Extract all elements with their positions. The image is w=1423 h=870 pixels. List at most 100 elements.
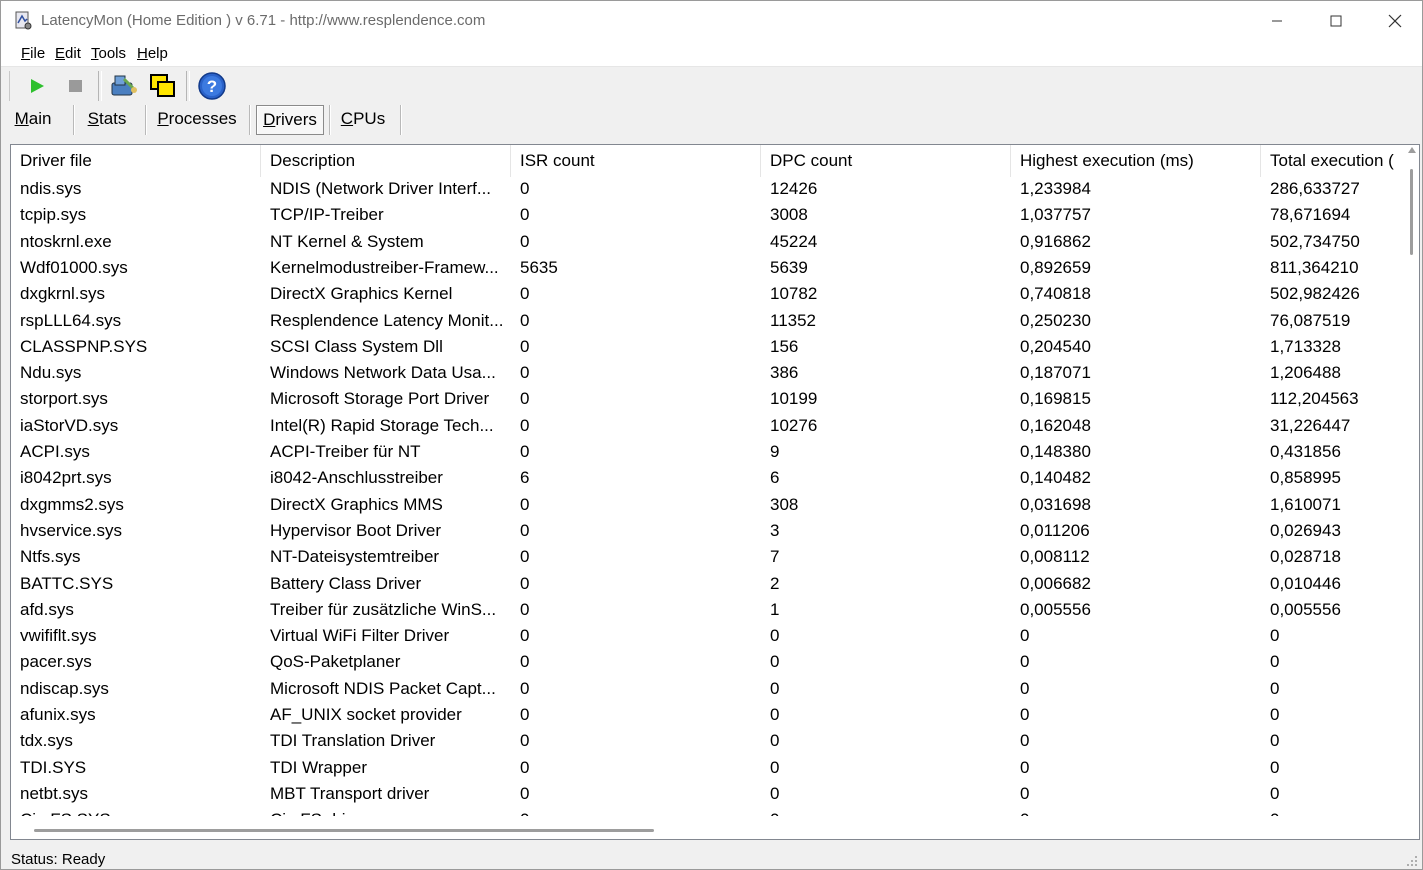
table-row[interactable]: TDI.SYS TDI Wrapper 0 0 0 0 (11, 755, 1411, 781)
cell-total-execution: 1,610071 (1270, 494, 1341, 514)
table-row[interactable]: ndiscap.sys Microsoft NDIS Packet Capt...… (11, 676, 1411, 702)
tab-cpus[interactable]: CPUs (334, 105, 392, 133)
table-row[interactable]: tcpip.sys TCP/IP-Treiber 0 3008 1,037757 78,6… (11, 202, 1411, 228)
tab-separator (145, 105, 147, 135)
stop-button[interactable] (61, 71, 91, 101)
table-row[interactable]: ntoskrnl.exe NT Kernel & System 0 45224 0,91… (11, 229, 1411, 255)
cell-dpc-count: 10199 (770, 389, 818, 409)
cell-total-execution: 78,671694 (1270, 205, 1351, 225)
cell-driver-file: Ndu.sys (20, 363, 82, 383)
column-header-highest-execution[interactable]: Highest execution (ms) (1011, 145, 1261, 177)
cell-description: TCP/IP-Treiber (270, 205, 384, 225)
cell-total-execution: 502,982426 (1270, 284, 1360, 304)
tab-separator (249, 105, 251, 135)
cell-description: CimFS driver (261, 807, 511, 816)
table-row[interactable]: afunix.sys AF_UNIX socket provider 0 0 0 0 (11, 702, 1411, 728)
start-button[interactable] (22, 71, 52, 101)
column-header-driver-file[interactable]: Driver file (11, 145, 261, 177)
tab-processes[interactable]: Processes (151, 105, 243, 133)
cell-description: Resplendence Latency Monit... (270, 310, 504, 330)
cell-total-execution: 0 (1270, 757, 1280, 777)
tab-drivers[interactable]: Drivers (256, 105, 324, 135)
table-row[interactable]: BATTC.SYS Battery Class Driver 0 2 0,006682 0… (11, 571, 1411, 597)
table-row[interactable]: storport.sys Microsoft Storage Port Drive… (11, 386, 1411, 412)
menu-file[interactable]: File (21, 45, 45, 62)
table-row[interactable]: CimFS.SYSCimFS driver0000 (11, 807, 1411, 816)
latencymon-app-icon (15, 11, 32, 30)
cell-dpc-count: 0 (770, 626, 780, 646)
cell-description: DirectX Graphics MMS (270, 494, 443, 514)
cell-description: TDI Wrapper (270, 757, 367, 777)
windows-button[interactable] (148, 71, 178, 101)
table-row[interactable]: tdx.sys TDI Translation Driver 0 0 0 0 (11, 728, 1411, 754)
table-row[interactable]: ACPI.sys ACPI-Treiber für NT 0 9 0,148380 0,4… (11, 439, 1411, 465)
table-row[interactable]: dxgkrnl.sys DirectX Graphics Kernel 0 10782… (11, 281, 1411, 307)
table-row[interactable]: Ndu.sys Windows Network Data Usa... 0 386 0,… (11, 360, 1411, 386)
table-row[interactable]: hvservice.sys Hypervisor Boot Driver 0 3 0,0… (11, 518, 1411, 544)
cell-driver-file: afunix.sys (20, 705, 96, 724)
column-header-dpc-count[interactable]: DPC count (761, 145, 1011, 177)
cell-description: DirectX Graphics Kernel (270, 284, 453, 304)
cell-dpc-count: 3008 (770, 205, 808, 225)
title-bar[interactable]: LatencyMon (Home Edition ) v 6.71 - http… (1, 1, 1422, 41)
table-row[interactable]: dxgmms2.sys DirectX Graphics MMS 0 308 0,031… (11, 492, 1411, 518)
tab-separator (329, 105, 331, 135)
menu-help[interactable]: Help (137, 45, 168, 62)
table-row[interactable]: Wdf01000.sys Kernelmodustreiber-Framew...… (11, 255, 1411, 281)
tab-separator (400, 105, 402, 135)
column-header-description[interactable]: Description (261, 145, 511, 177)
cell-dpc-count: 10276 (770, 415, 818, 435)
table-row[interactable]: pacer.sys QoS-Paketplaner 0 0 0 0 (11, 649, 1411, 675)
table-row[interactable]: afd.sys Treiber für zusätzliche WinS... 0 1… (11, 597, 1411, 623)
cell-driver-file: dxgmms2.sys (20, 494, 124, 514)
minimize-button[interactable] (1247, 1, 1307, 41)
cell-description: AF_UNIX socket provider (270, 705, 462, 724)
toolbar-grip[interactable] (9, 71, 13, 101)
table-row[interactable]: Ntfs.sys NT-Dateisystemtreiber 0 7 0,008112 0… (11, 544, 1411, 570)
horizontal-scrollbar[interactable] (11, 821, 1405, 839)
table-row[interactable]: iaStorVD.sys Intel(R) Rapid Storage Tech.… (11, 413, 1411, 439)
cell-description: TDI Translation Driver (270, 731, 436, 751)
close-button[interactable] (1365, 1, 1422, 41)
app-window: LatencyMon (Home Edition ) v 6.71 - http… (0, 0, 1423, 870)
drivers-list[interactable]: Driver file Description ISR count DPC co… (10, 144, 1420, 840)
cell-dpc-count: 3 (770, 520, 780, 540)
close-icon (1388, 14, 1402, 28)
cell-dpc-count: 0 (770, 757, 780, 777)
table-row[interactable]: ndis.sys NDIS (Network Driver Interf... 0 1… (11, 176, 1411, 202)
cell-highest-execution: 0,162048 (1020, 415, 1091, 435)
table-row[interactable]: netbt.sys MBT Transport driver 0 0 0 0 (11, 781, 1411, 807)
toolbar-separator (98, 71, 102, 101)
horizontal-scroll-thumb[interactable] (34, 829, 654, 832)
cell-description: Hypervisor Boot Driver (270, 520, 441, 540)
table-row[interactable]: rspLLL64.sys Resplendence Latency Monit..… (11, 308, 1411, 334)
cell-description: Treiber für zusätzliche WinS... (270, 599, 497, 619)
maximize-button[interactable] (1306, 1, 1366, 41)
tab-processes-label: Processes (157, 109, 237, 128)
status-text: Status: Ready (11, 851, 106, 868)
cell-description: MBT Transport driver (270, 783, 430, 803)
vertical-scroll-thumb[interactable] (1410, 169, 1413, 255)
stop-icon (69, 80, 82, 92)
table-row[interactable]: CLASSPNP.SYS SCSI Class System Dll 0 156 0,2… (11, 334, 1411, 360)
cell-highest-execution: 0 (1020, 678, 1030, 698)
cell-total-execution: 0 (1270, 678, 1280, 698)
column-header-total-execution[interactable]: Total execution ( (1261, 145, 1405, 177)
cell-description: Windows Network Data Usa... (270, 363, 496, 383)
menu-edit[interactable]: Edit (55, 45, 81, 62)
cell-total-execution: 0 (1270, 626, 1280, 646)
system-info-button[interactable] (108, 71, 138, 101)
tab-main[interactable]: Main (5, 105, 61, 133)
table-row[interactable]: vwififlt.sys Virtual WiFi Filter Driver 0 0… (11, 623, 1411, 649)
menu-tools[interactable]: Tools (91, 45, 126, 62)
help-button[interactable]: ? (197, 71, 227, 101)
table-row[interactable]: i8042prt.sys i8042-Anschlusstreiber 6 6 0,14… (11, 465, 1411, 491)
cell-dpc-count: 7 (770, 547, 780, 567)
cell-dpc-count: 0 (770, 678, 780, 698)
vertical-scrollbar[interactable] (1405, 145, 1419, 825)
scroll-up-arrow-icon[interactable] (1408, 147, 1416, 153)
tab-stats[interactable]: Stats (77, 105, 137, 133)
column-header-isr-count[interactable]: ISR count (511, 145, 761, 177)
resize-grip-icon[interactable] (1406, 855, 1418, 867)
cell-total-execution: 0,858995 (1270, 468, 1341, 488)
